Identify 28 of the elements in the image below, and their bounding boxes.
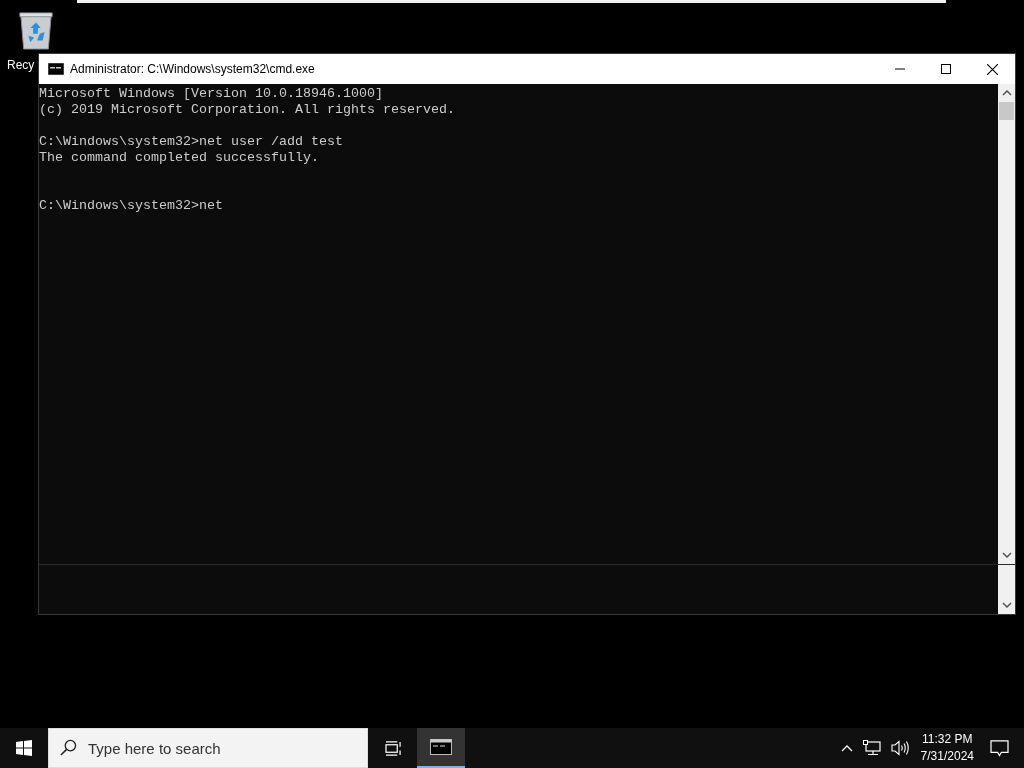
scrollbar[interactable] xyxy=(998,565,1015,614)
console-line: The command completed successfully. xyxy=(39,150,320,166)
close-icon xyxy=(986,63,998,75)
network-icon[interactable] xyxy=(862,740,881,756)
console-icon xyxy=(48,63,64,75)
scroll-down-icon[interactable] xyxy=(1001,602,1012,608)
windows-logo-icon xyxy=(16,740,32,756)
search-field[interactable]: Type here to search xyxy=(48,728,368,768)
search-icon xyxy=(60,739,77,756)
clock-time[interactable]: 11:32 PM xyxy=(922,731,973,748)
chevron-up-icon[interactable] xyxy=(840,744,853,752)
scrollbar[interactable] xyxy=(998,84,1015,564)
scroll-up-icon[interactable] xyxy=(1001,90,1012,96)
scroll-down-icon[interactable] xyxy=(1001,552,1012,558)
speaker-icon[interactable] xyxy=(890,740,909,756)
scroll-thumb[interactable] xyxy=(999,102,1014,120)
console-line: C:\Windows\system32>net user /add test xyxy=(39,134,344,150)
notifications-icon[interactable] xyxy=(990,739,1009,757)
console-line: (c) 2019 Microsoft Corporation. All rights reserved. xyxy=(39,102,456,118)
window-title: Administrator: C:\Windows\system32\cmd.exe xyxy=(70,62,315,76)
task-view-icon xyxy=(384,740,402,756)
desktop-icon-label[interactable]: Recy xyxy=(7,58,35,72)
console-icon xyxy=(430,739,452,755)
console-taskbar-button[interactable] xyxy=(417,728,465,768)
console-line: C:\Windows\system32>net xyxy=(39,198,224,214)
console-line: Microsoft Windows [Version 10.0.18946.1000] xyxy=(39,86,384,102)
maximize-icon xyxy=(941,64,951,74)
clock-date[interactable]: 7/31/2024 xyxy=(920,748,974,765)
